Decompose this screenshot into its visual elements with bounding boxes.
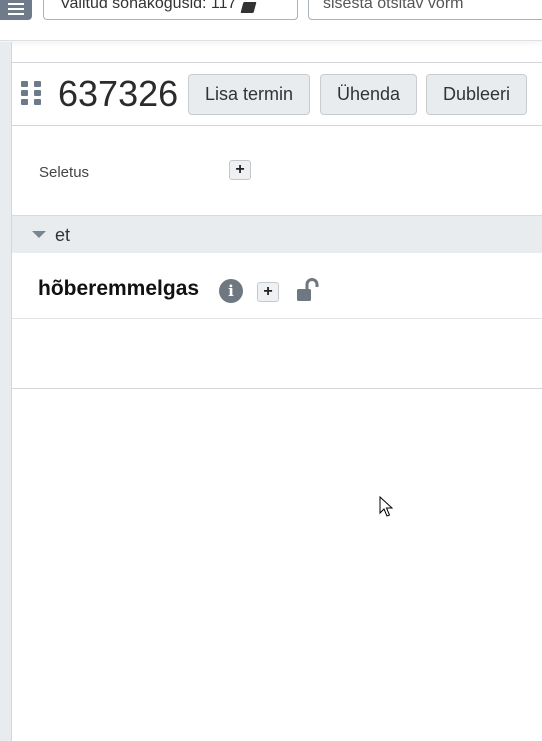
- search-placeholder: sisesta otsitav vorm: [323, 0, 464, 12]
- info-icon[interactable]: i: [219, 279, 243, 303]
- join-button[interactable]: Ühenda: [320, 74, 417, 115]
- definition-label: Seletus: [39, 164, 90, 181]
- add-definition-button[interactable]: +: [229, 160, 251, 180]
- caret-down-icon: [32, 231, 46, 238]
- left-sidebar-strip: [0, 42, 12, 741]
- hamburger-menu-button[interactable]: [0, 0, 32, 20]
- add-term-property-button[interactable]: +: [257, 282, 279, 302]
- search-input[interactable]: sisesta otsitav vorm: [308, 0, 542, 20]
- plus-icon: +: [263, 283, 273, 300]
- term-row: hõberemmelgas i +: [12, 253, 542, 319]
- plus-icon: +: [235, 161, 245, 178]
- mouse-cursor-icon: [379, 496, 393, 517]
- language-section-toggle[interactable]: et: [12, 215, 542, 253]
- unlock-icon[interactable]: [296, 278, 322, 302]
- top-toolbar: Valitud sõnakogusid: 117 sisesta otsitav…: [0, 0, 542, 41]
- hamburger-menu-icon: [8, 3, 24, 15]
- meaning-id: 637326: [58, 73, 179, 114]
- selected-datasets-button[interactable]: Valitud sõnakogusid: 117: [43, 0, 298, 20]
- drag-handle-icon[interactable]: [21, 81, 41, 105]
- meaning-panel: 637326 Lisa termin Ühenda Dubleeri Selet…: [12, 62, 542, 389]
- definition-row: Seletus +: [12, 127, 542, 215]
- book-icon: [240, 2, 257, 13]
- selected-datasets-label: Valitud sõnakogusid: 117: [60, 0, 237, 12]
- language-label: et: [55, 225, 71, 245]
- meaning-header: 637326 Lisa termin Ühenda Dubleeri: [12, 63, 542, 126]
- add-term-button[interactable]: Lisa termin: [188, 74, 310, 115]
- duplicate-button[interactable]: Dubleeri: [426, 74, 527, 115]
- term-word[interactable]: hõberemmelgas: [38, 277, 199, 301]
